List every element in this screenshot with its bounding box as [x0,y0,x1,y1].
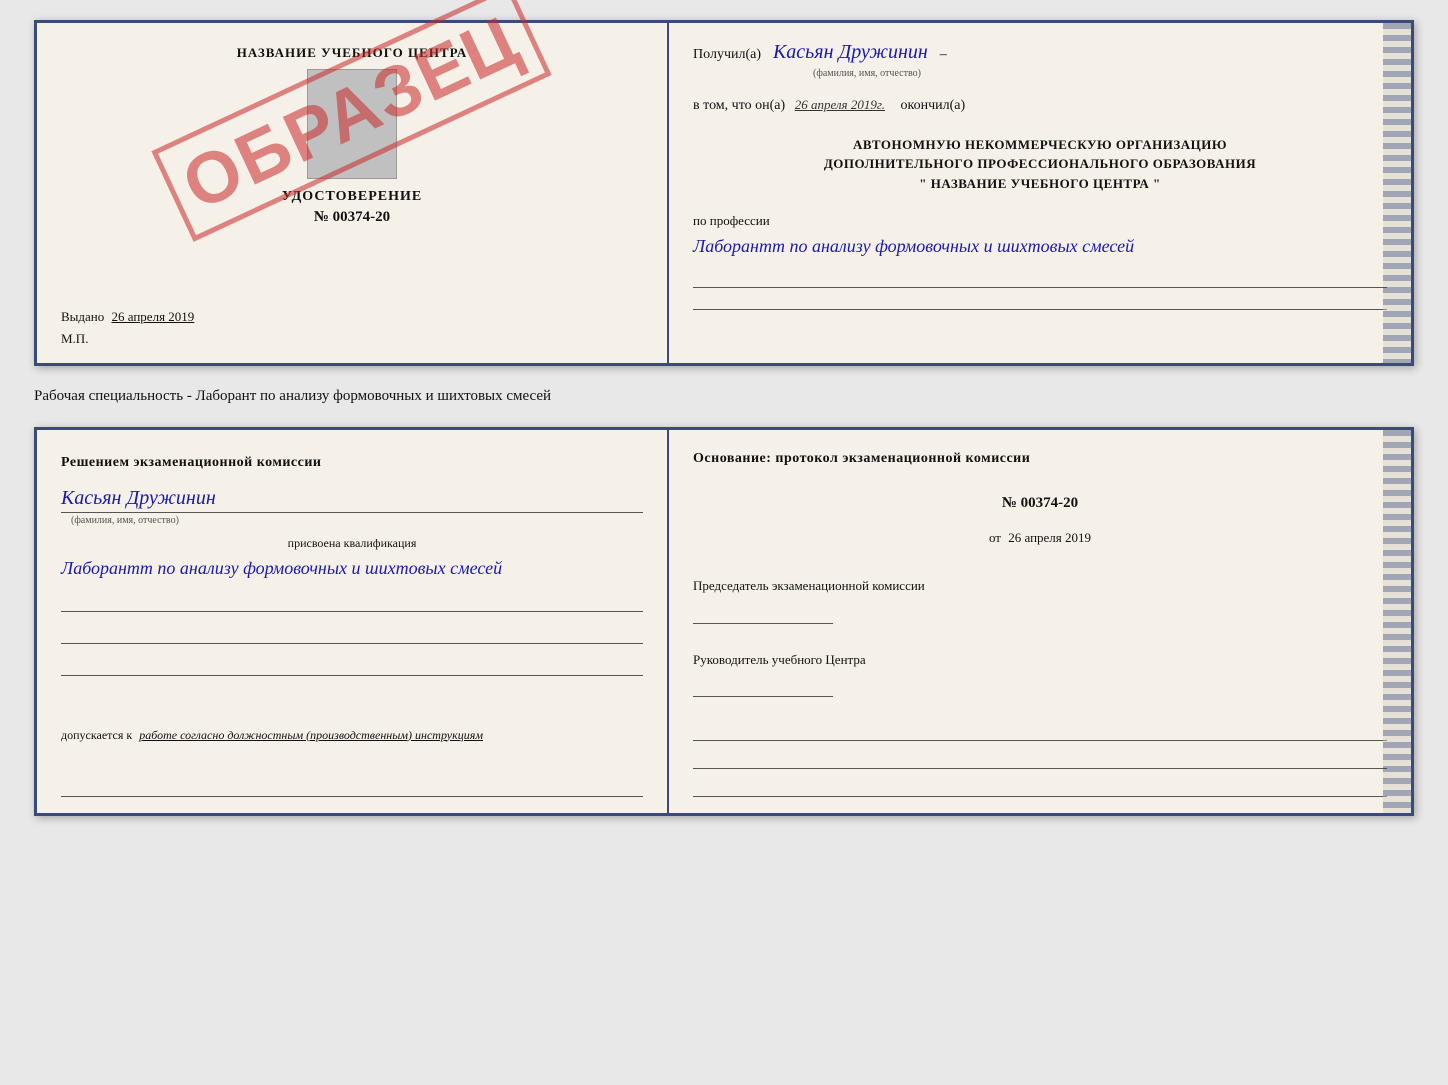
underline-1 [693,270,1387,288]
name-line: Касьян Дружинин [61,487,643,513]
right-blank-2 [693,751,1387,769]
completed-suffix: окончил(а) [901,98,966,113]
person-sublabel: (фамилия, имя, отчество) [61,515,643,526]
director-block: Руководитель учебного Центра [693,650,1387,698]
dash: – [940,47,947,62]
admission-prefix: допускается к [61,728,132,742]
completed-block: в том, что он(а) 26 апреля 2019г. окончи… [693,93,1387,118]
profession-label: по профессии [693,213,1387,229]
chairman-label: Председатель экзаменационной комиссии [693,576,1387,596]
director-signature-line [693,677,833,697]
org-line2: ДОПОЛНИТЕЛЬНОГО ПРОФЕССИОНАЛЬНОГО ОБРАЗО… [693,154,1387,174]
protocol-date-prefix: от [989,530,1001,545]
commission-title: Решением экзаменационной комиссии [61,452,643,473]
right-blank-1 [693,723,1387,741]
completed-prefix: в том, что он(а) [693,98,785,113]
right-binding [1383,23,1411,363]
qualification-text: Лаборантт по анализу формовочных и шихто… [61,555,643,582]
bottom-document: Решением экзаменационной комиссии Касьян… [34,427,1414,816]
cert-number: № 00374-20 [61,209,643,226]
blank-2 [61,626,643,644]
right-binding-bottom [1383,430,1411,813]
issued-prefix: Выдано [61,309,104,324]
specialty-line: Рабочая специальность - Лаборант по анал… [34,384,1414,409]
chairman-signature-line [693,604,833,624]
qualification-block: присвоена квалификация Лаборантт по анал… [61,536,643,582]
issued-date: 26 апреля 2019 [112,309,195,324]
blank-3 [61,658,643,676]
director-label: Руководитель учебного Центра [693,650,1387,670]
admission-note: допускается к работе согласно должностны… [61,726,643,744]
completed-date: 26 апреля 2019г. [795,97,885,112]
page-container: НАЗВАНИЕ УЧЕБНОГО ЦЕНТРА УДОСТОВЕРЕНИЕ №… [34,20,1414,816]
photo-placeholder [307,69,397,179]
blank-1 [61,594,643,612]
underline-2 [693,292,1387,310]
org-line1: АВТОНОМНУЮ НЕКОММЕРЧЕСКУЮ ОРГАНИЗАЦИЮ [693,135,1387,155]
org-block: АВТОНОМНУЮ НЕКОММЕРЧЕСКУЮ ОРГАНИЗАЦИЮ ДО… [693,135,1387,194]
blank-admission [61,779,643,797]
cert-label: УДОСТОВЕРЕНИЕ [61,189,643,205]
name-sublabel: (фамилия, имя, отчество) [693,68,1387,79]
person-name: Касьян Дружинин [61,487,216,510]
profession-block: по профессии Лаборантт по анализу формов… [693,213,1387,260]
person-block: Касьян Дружинин (фамилия, имя, отчество) [61,487,643,526]
issued-line: Выдано 26 апреля 2019 [61,309,643,325]
profession-text: Лаборантт по анализу формовочных и шихто… [693,233,1387,260]
admission-text: работе согласно должностным (производств… [139,728,483,742]
protocol-number: № 00374-20 [693,495,1387,512]
bottom-doc-left: Решением экзаменационной комиссии Касьян… [37,430,669,813]
blank-lines-left [61,594,643,676]
basis-title: Основание: протокол экзаменационной коми… [693,448,1387,469]
underlines-right [693,270,1387,314]
org-line3: " НАЗВАНИЕ УЧЕБНОГО ЦЕНТРА " [693,174,1387,194]
top-document: НАЗВАНИЕ УЧЕБНОГО ЦЕНТРА УДОСТОВЕРЕНИЕ №… [34,20,1414,366]
mp-label: М.П. [61,331,643,347]
top-doc-left: НАЗВАНИЕ УЧЕБНОГО ЦЕНТРА УДОСТОВЕРЕНИЕ №… [37,23,669,363]
qualification-label: присвоена квалификация [61,536,643,551]
protocol-date: 26 апреля 2019 [1008,530,1091,545]
protocol-date-block: от 26 апреля 2019 [693,530,1387,546]
chairman-block: Председатель экзаменационной комиссии [693,576,1387,624]
received-prefix: Получил(а) [693,47,761,62]
right-underlines [693,723,1387,797]
recipient-name: Касьян Дружинин [773,41,928,63]
top-doc-right: Получил(а) Касьян Дружинин – (фамилия, и… [669,23,1411,363]
right-blank-3 [693,779,1387,797]
school-name-title: НАЗВАНИЕ УЧЕБНОГО ЦЕНТРА [61,45,643,61]
received-block: Получил(а) Касьян Дружинин – (фамилия, и… [693,41,1387,79]
bottom-doc-right: Основание: протокол экзаменационной коми… [669,430,1411,813]
